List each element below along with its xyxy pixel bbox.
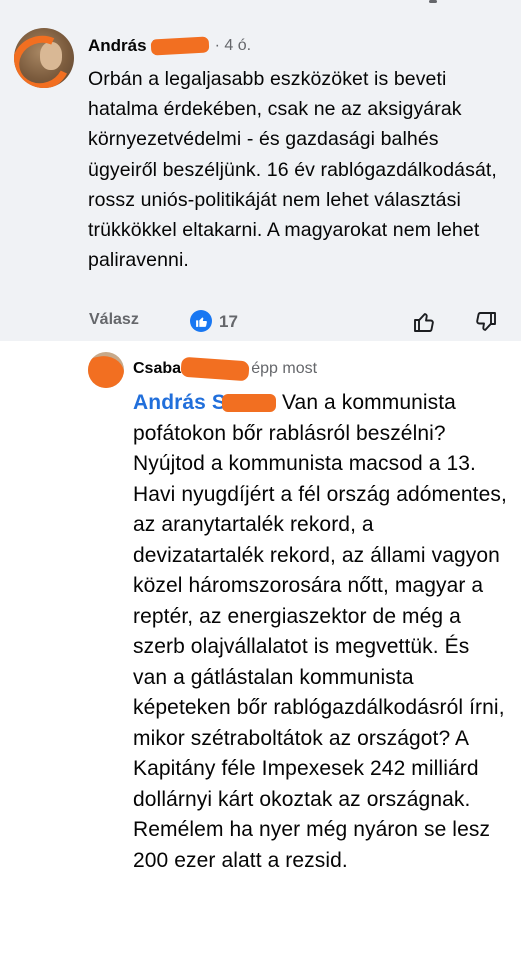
thumbs-up-icon [195, 316, 207, 327]
avatar[interactable] [88, 352, 124, 388]
reply-time[interactable]: épp most [251, 360, 317, 378]
menu-stub [429, 0, 437, 3]
redaction-scribble [88, 352, 124, 388]
mention-link[interactable]: András S [133, 391, 226, 414]
redaction-scribble [14, 28, 74, 88]
reply-header: Csaba F épp most [133, 356, 317, 382]
avatar[interactable] [14, 28, 74, 88]
comment-body: Orbán a legaljasabb eszközöket is beveti… [88, 68, 497, 272]
reply-body: András S Van a kommunista pofátokon bőr r… [133, 388, 509, 876]
comment: András S · 4 ó. Orbán a legaljasabb eszk… [0, 14, 521, 341]
redaction-mark [150, 36, 210, 56]
thumbs-up-icon[interactable] [412, 310, 436, 334]
reaction-count[interactable]: 17 [219, 312, 238, 332]
redaction-mark [222, 394, 276, 413]
comment-time[interactable]: · 4 ó. [215, 37, 251, 55]
comment-header: András S · 4 ó. [88, 34, 251, 58]
like-reaction-icon[interactable] [190, 310, 212, 332]
top-strip [0, 0, 521, 14]
reply-button[interactable]: Válasz [89, 311, 139, 329]
thumbs-down-icon[interactable] [474, 310, 498, 334]
reply-text: Van a kommunista pofátokon bőr rablásról… [133, 391, 507, 872]
